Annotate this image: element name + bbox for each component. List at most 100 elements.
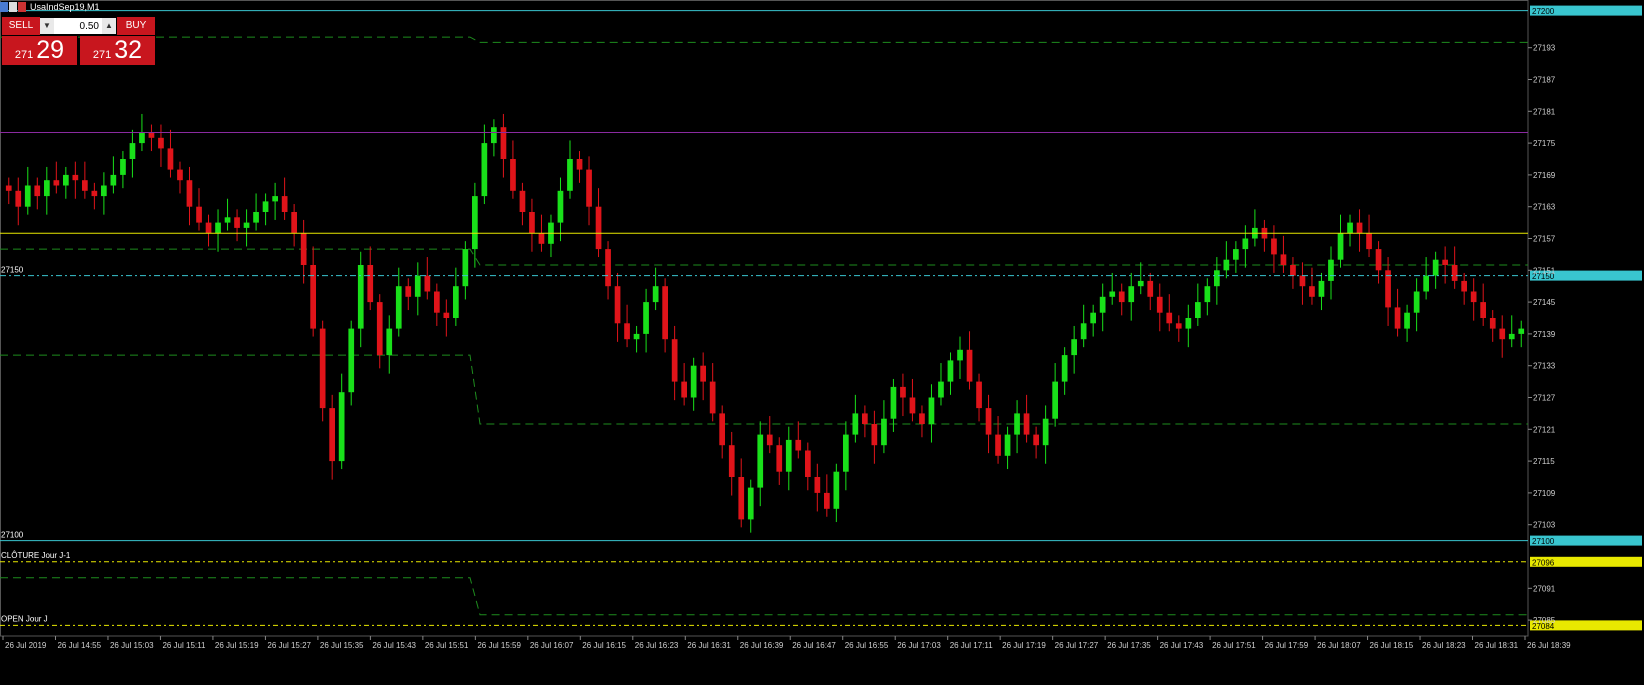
candle-body	[215, 222, 221, 234]
x-tick-label: 26 Jul 16:39	[740, 641, 784, 650]
candle-body	[843, 434, 849, 472]
candle-body	[1518, 328, 1525, 334]
x-tick-label: 26 Jul 17:59	[1265, 641, 1309, 650]
open-today-label: OPEN Jour J	[1, 614, 48, 623]
y-tick-label: 27109	[1533, 489, 1556, 498]
candle-body	[101, 185, 107, 197]
x-tick-label: 26 Jul 16:47	[792, 641, 836, 650]
candle-body	[1242, 238, 1249, 250]
candle-body	[947, 360, 954, 382]
y-tick-label: 27133	[1533, 362, 1556, 371]
candle-body	[871, 424, 878, 446]
candle-body	[53, 180, 60, 186]
sell-price-small: 271	[14, 49, 34, 61]
candle-body	[966, 349, 973, 382]
sell-price-button[interactable]: 271 29	[2, 36, 77, 65]
candle-body	[709, 381, 716, 414]
candle-body	[367, 265, 374, 303]
y-tick-label: 27187	[1533, 76, 1556, 85]
triangle-down-icon: ▼	[43, 21, 51, 30]
lot-size-input[interactable]	[54, 19, 102, 33]
x-tick-label: 26 Jul 15:59	[477, 641, 521, 650]
buy-button[interactable]: BUY	[117, 17, 155, 35]
lot-decrease-button[interactable]: ▼	[40, 18, 54, 34]
x-tick-label: 26 Jul 17:03	[897, 641, 941, 650]
candle-body	[1156, 296, 1163, 313]
candle-body	[253, 212, 259, 223]
buy-price-big: 32	[114, 36, 143, 64]
candle-body	[1023, 413, 1030, 435]
x-tick-label: 26 Jul 17:11	[950, 641, 994, 650]
x-tick-label: 26 Jul 18:15	[1370, 641, 1414, 650]
candle-body	[1451, 265, 1458, 281]
candle-body	[633, 333, 640, 340]
candle-body	[1328, 259, 1334, 281]
candle-body	[1508, 333, 1515, 340]
candle-body	[538, 233, 545, 244]
price-chart[interactable]: 2720027150271002709627084 2715027100CLÔT…	[0, 0, 1644, 685]
candle-body	[414, 275, 421, 297]
candle-body	[928, 397, 935, 424]
candle-body	[681, 381, 687, 398]
sell-price-big: 29	[36, 36, 65, 64]
green-dashed-level-2	[0, 248, 1528, 266]
lot-increase-button[interactable]: ▲	[102, 18, 116, 34]
candle-body	[1195, 302, 1201, 318]
candle-body	[44, 180, 50, 197]
candle-body	[443, 312, 450, 318]
buy-price-button[interactable]: 271 32	[80, 36, 155, 65]
y-tick-label: 27139	[1533, 330, 1556, 339]
candle-body	[1014, 413, 1020, 435]
candle-body	[919, 413, 925, 424]
candle-body	[1366, 233, 1372, 250]
x-tick-label: 26 Jul 17:51	[1212, 641, 1256, 650]
candle-body	[652, 286, 659, 303]
candle-body	[738, 477, 745, 520]
candle-body	[481, 143, 488, 197]
candle-body	[529, 212, 535, 234]
x-tick-label: 26 Jul 15:51	[425, 641, 469, 650]
candle-body	[120, 159, 126, 175]
candle-body	[1404, 312, 1410, 329]
candle-body	[805, 450, 811, 477]
candle-body	[757, 434, 764, 488]
candle-body	[1166, 312, 1173, 324]
candle-body	[462, 249, 469, 287]
x-tick-label: 26 Jul 17:35	[1107, 641, 1151, 650]
candle-body	[1147, 280, 1154, 297]
candle-body	[395, 286, 402, 329]
axis-layer: 27150 27100 CLÔTURE Jour J-1 OPEN Jour J 271…	[1, 44, 1571, 650]
y-tick-label: 27103	[1533, 521, 1556, 530]
candle-body	[900, 386, 906, 398]
y-tick-label: 27193	[1533, 44, 1556, 53]
hline-tag-label-27200: 27200	[1532, 7, 1555, 16]
candle-body	[1271, 238, 1277, 255]
candle-body	[63, 174, 69, 186]
candle-body	[662, 286, 668, 340]
candle-body	[129, 143, 136, 159]
candle-body	[472, 196, 478, 250]
candle-body	[167, 148, 174, 170]
green-dashed-level-1	[0, 36, 1528, 43]
candle-body	[1080, 323, 1087, 340]
x-tick-label: 26 Jul 16:31	[687, 641, 731, 650]
y-tick-label: 27145	[1533, 298, 1556, 307]
candle-body	[1233, 249, 1239, 260]
candle-body	[234, 217, 240, 228]
candle-body	[338, 392, 345, 462]
candle-body	[1175, 323, 1182, 329]
candle-body	[453, 286, 459, 318]
x-tick-label: 26 Jul 18:39	[1527, 641, 1571, 650]
usa-flag-icon	[0, 2, 26, 12]
candle-body	[1489, 318, 1496, 329]
candle-body	[1204, 286, 1211, 303]
candle-body	[196, 206, 202, 223]
candles-layer	[5, 113, 1525, 533]
sell-button[interactable]: SELL	[2, 17, 40, 35]
candle-body	[510, 159, 516, 191]
x-tick-label: 26 Jul 18:31	[1475, 641, 1519, 650]
x-tick-label: 26 Jul 18:23	[1422, 641, 1466, 650]
candle-body	[357, 265, 364, 329]
x-tick-label: 26 Jul 15:11	[162, 641, 206, 650]
y-tick-label: 27181	[1533, 107, 1556, 116]
